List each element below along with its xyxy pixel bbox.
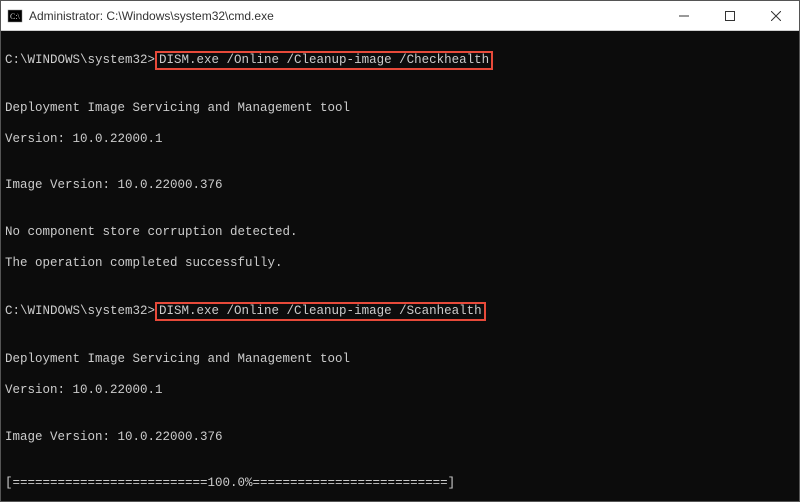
terminal-output[interactable]: C:\WINDOWS\system32> DISM.exe /Online /Cl… [1, 31, 799, 501]
cmd-icon: C:\ [7, 8, 23, 24]
terminal-line: No component store corruption detected. [5, 225, 795, 241]
terminal-line: Image Version: 10.0.22000.376 [5, 178, 795, 194]
terminal-line: Deployment Image Servicing and Managemen… [5, 101, 795, 117]
terminal-line: Version: 10.0.22000.1 [5, 132, 795, 148]
terminal-line: C:\WINDOWS\system32> DISM.exe /Online /Cl… [5, 302, 795, 321]
terminal-line: [==========================100.0%=======… [5, 476, 795, 492]
cmd-window: C:\ Administrator: C:\Windows\system32\c… [0, 0, 800, 502]
minimize-button[interactable] [661, 1, 707, 30]
window-controls [661, 1, 799, 30]
titlebar[interactable]: C:\ Administrator: C:\Windows\system32\c… [1, 1, 799, 31]
terminal-line: The operation completed successfully. [5, 256, 795, 272]
maximize-button[interactable] [707, 1, 753, 30]
terminal-line: Image Version: 10.0.22000.376 [5, 430, 795, 446]
prompt: C:\WINDOWS\system32> [5, 53, 155, 67]
terminal-line: Deployment Image Servicing and Managemen… [5, 352, 795, 368]
command-text: DISM.exe /Online /Cleanup-image /Scanhea… [159, 304, 482, 318]
terminal-line: C:\WINDOWS\system32> DISM.exe /Online /Cl… [5, 51, 795, 70]
svg-text:C:\: C:\ [10, 12, 21, 21]
command-text: DISM.exe /Online /Cleanup-image /Checkhe… [159, 53, 489, 67]
command-highlight: DISM.exe /Online /Cleanup-image /Checkhe… [155, 51, 493, 70]
terminal-line: Version: 10.0.22000.1 [5, 383, 795, 399]
command-highlight: DISM.exe /Online /Cleanup-image /Scanhea… [155, 302, 486, 321]
close-button[interactable] [753, 1, 799, 30]
window-title: Administrator: C:\Windows\system32\cmd.e… [29, 9, 661, 23]
prompt: C:\WINDOWS\system32> [5, 304, 155, 318]
